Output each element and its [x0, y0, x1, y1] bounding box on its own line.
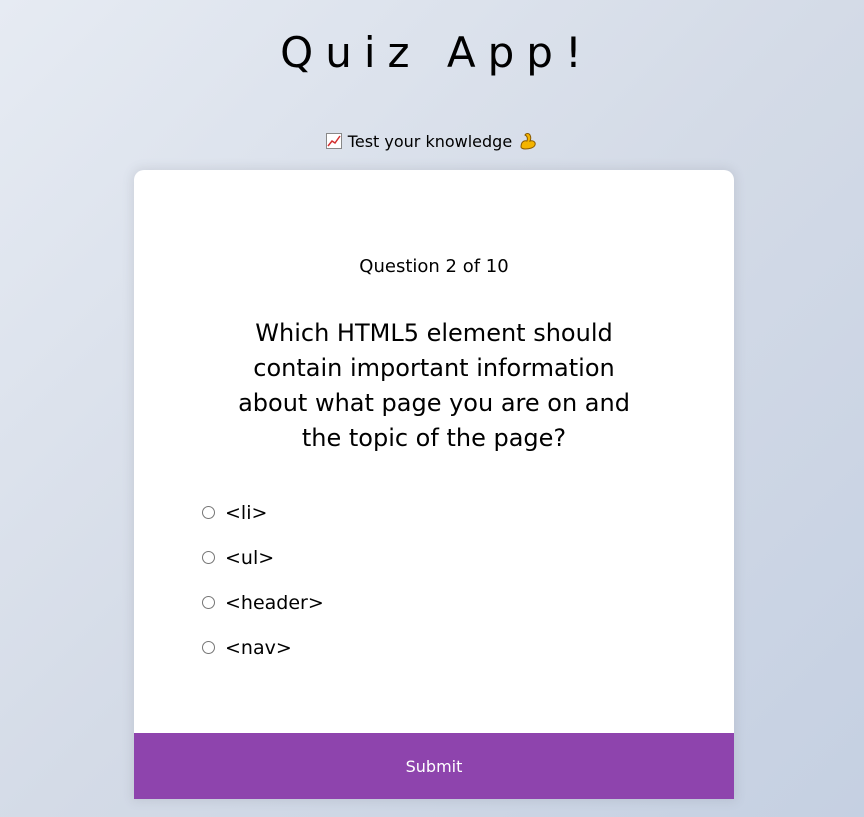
answer-option-nav[interactable]: <nav>	[202, 625, 324, 670]
radio-button[interactable]	[202, 641, 215, 654]
answer-label[interactable]: <nav>	[225, 637, 292, 659]
flexed-biceps-icon	[518, 131, 538, 151]
subtitle: Test your knowledge	[0, 131, 864, 151]
quiz-card: Question 2 of 10 Which HTML5 element sho…	[134, 170, 734, 799]
answer-option-li[interactable]: <li>	[202, 490, 324, 535]
radio-button[interactable]	[202, 506, 215, 519]
answer-list: <li> <ul> <header> <nav>	[202, 490, 324, 670]
question-counter: Question 2 of 10	[359, 256, 509, 277]
answer-label[interactable]: <ul>	[225, 547, 274, 569]
subtitle-text: Test your knowledge	[347, 131, 513, 151]
submit-button[interactable]: Submit	[134, 733, 734, 799]
answer-option-header[interactable]: <header>	[202, 580, 324, 625]
answer-label[interactable]: <header>	[225, 592, 324, 614]
question-text: Which HTML5 element should contain impor…	[238, 319, 630, 452]
chart-increasing-icon	[325, 133, 342, 149]
radio-button[interactable]	[202, 551, 215, 564]
radio-button[interactable]	[202, 596, 215, 609]
answer-option-ul[interactable]: <ul>	[202, 535, 324, 580]
app-title: Quiz App!	[280, 28, 594, 77]
answer-label[interactable]: <li>	[225, 502, 267, 524]
